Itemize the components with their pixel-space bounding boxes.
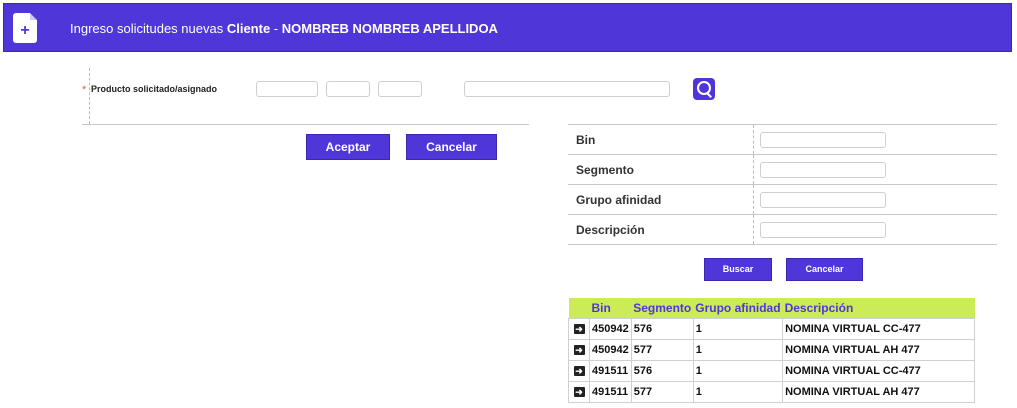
cell-bin: 450942 <box>589 318 632 340</box>
search-filter-panel: Bin Segmento Grupo afinidad Descripción <box>568 124 997 245</box>
table-row[interactable]: ➜ 450942 577 1 NOMINA VIRTUAL AH 477 <box>568 339 976 361</box>
cell-description: NOMINA VIRTUAL CC-477 <box>782 318 976 340</box>
row-select-button[interactable]: ➜ <box>568 381 590 403</box>
divider <box>89 68 90 124</box>
row-select-button[interactable]: ➜ <box>568 339 590 361</box>
arrow-right-icon: ➜ <box>573 324 585 334</box>
affinity-group-input[interactable] <box>760 192 886 208</box>
cell-bin: 491511 <box>589 360 632 382</box>
cell-description: NOMINA VIRTUAL CC-477 <box>782 360 976 382</box>
affinity-group-label: Grupo afinidad <box>576 193 662 207</box>
client-name: NOMBREB NOMBREB APELLIDOA <box>281 21 498 36</box>
table-row[interactable]: ➜ 450942 576 1 NOMINA VIRTUAL CC-477 <box>568 318 976 340</box>
row-select-button[interactable]: ➜ <box>568 318 590 340</box>
cell-affinity-group: 1 <box>692 360 784 382</box>
search-button[interactable]: Buscar <box>704 258 772 281</box>
filter-row-bin: Bin <box>568 124 997 154</box>
cell-segment: 577 <box>630 381 694 403</box>
filter-cancel-button[interactable]: Cancelar <box>786 258 863 281</box>
cell-description: NOMINA VIRTUAL AH 477 <box>782 381 976 403</box>
cell-bin: 491511 <box>589 381 632 403</box>
row-select-button[interactable]: ➜ <box>568 360 590 382</box>
column-header-segment: Segmento <box>631 298 694 319</box>
arrow-right-icon: ➜ <box>573 387 585 397</box>
cell-segment: 576 <box>630 318 694 340</box>
filter-row-description: Descripción <box>568 214 997 245</box>
arrow-right-icon: ➜ <box>573 345 585 355</box>
column-header-bin: Bin <box>589 298 632 319</box>
bin-input[interactable] <box>760 132 886 148</box>
column-header-description: Descripción <box>782 298 975 319</box>
product-code-input-3[interactable] <box>378 81 422 97</box>
product-label: Producto solicitado/asignado <box>91 84 218 94</box>
cell-affinity-group: 1 <box>692 318 784 340</box>
product-search-button[interactable] <box>693 78 715 100</box>
table-header-row: Bin Segmento Grupo afinidad Descripción <box>568 298 975 319</box>
cancel-button[interactable]: Cancelar <box>406 134 497 160</box>
cell-description: NOMINA VIRTUAL AH 477 <box>782 339 976 361</box>
required-mark: * <box>82 84 87 96</box>
divider <box>82 124 529 125</box>
description-input[interactable] <box>760 222 886 238</box>
page-header: + Ingreso solicitudes nuevas Cliente - N… <box>3 3 1012 52</box>
product-description-input[interactable] <box>464 81 670 97</box>
arrow-right-icon: ➜ <box>573 366 585 376</box>
filter-row-segment: Segmento <box>568 154 997 184</box>
page-title: Ingreso solicitudes nuevas Cliente - NOM… <box>70 21 498 36</box>
product-code-input-1[interactable] <box>256 81 318 97</box>
cell-segment: 576 <box>630 360 694 382</box>
segment-label: Segmento <box>576 163 635 177</box>
table-row[interactable]: ➜ 491511 576 1 NOMINA VIRTUAL CC-477 <box>568 360 976 382</box>
cell-affinity-group: 1 <box>692 381 784 403</box>
filter-row-affinity: Grupo afinidad <box>568 184 997 214</box>
product-code-input-2[interactable] <box>326 81 370 97</box>
bin-label: Bin <box>576 133 596 147</box>
cell-affinity-group: 1 <box>692 339 784 361</box>
description-label: Descripción <box>576 223 645 237</box>
segment-input[interactable] <box>760 162 886 178</box>
column-header-affinity-group: Grupo afinidad <box>693 298 783 319</box>
results-table: Bin Segmento Grupo afinidad Descripción … <box>568 298 976 403</box>
client-label: Cliente <box>226 21 271 36</box>
cell-segment: 577 <box>630 339 694 361</box>
table-row[interactable]: ➜ 491511 577 1 NOMINA VIRTUAL AH 477 <box>568 381 976 403</box>
cell-bin: 450942 <box>589 339 632 361</box>
accept-button[interactable]: Aceptar <box>306 134 390 160</box>
document-add-icon: + <box>13 13 37 43</box>
